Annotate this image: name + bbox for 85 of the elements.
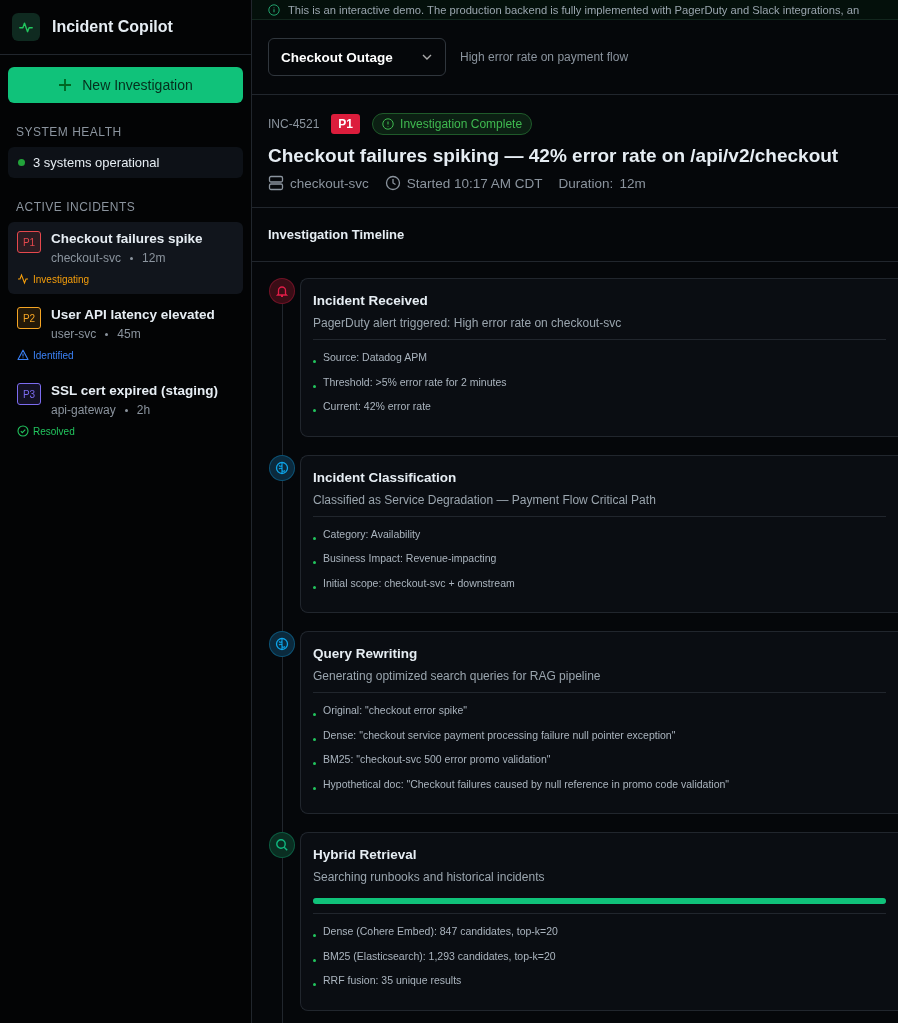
detail-text: BM25 (Elasticsearch): 1,293 candidates, top-k=20 xyxy=(323,948,556,964)
info-icon xyxy=(268,3,280,16)
incident-age: 12m xyxy=(142,251,166,265)
warning-icon xyxy=(17,349,29,361)
new-investigation-button[interactable]: New Investigation xyxy=(8,67,243,103)
incident-id: INC-4521 xyxy=(268,117,320,131)
detail-text: Category: Availability xyxy=(323,526,421,542)
detail-text: Source: Datadog APM xyxy=(323,350,427,365)
incident-status: Identified xyxy=(33,349,74,361)
incident-item[interactable]: P3 SSL cert expired (staging) api-gateway 2h Resolved xyxy=(8,374,243,446)
incident-age: 45m xyxy=(117,327,141,341)
search-icon xyxy=(269,832,295,858)
bullet-dot xyxy=(313,786,316,790)
bullet-dot xyxy=(313,561,316,564)
plus-icon xyxy=(58,78,73,92)
service-name: checkout-svc xyxy=(290,175,369,191)
server-icon xyxy=(268,175,284,191)
incident-item[interactable]: P1 Checkout failures spike checkout-svc 12m Investigating xyxy=(8,222,243,294)
check-circle-icon xyxy=(17,425,29,437)
service-name: user-svc xyxy=(51,327,97,341)
step-description: PagerDuty alert triggered: High error rate on checkout-svc xyxy=(313,316,623,330)
bullet-dot xyxy=(313,983,316,986)
incident-title: Checkout failures spiking — 42% error rate on /api/v2/checkout xyxy=(268,145,840,167)
health-status: 3 systems operational xyxy=(33,155,160,170)
bullet-dot xyxy=(313,585,316,589)
bell-icon xyxy=(269,278,295,304)
section-heading: SYSTEM HEALTH xyxy=(16,125,123,139)
section-heading: ACTIVE INCIDENTS xyxy=(16,200,137,214)
banner-text: This is an interactive demo. The production backend is fully implemented with PagerDuty and Slack integrations, an xyxy=(288,3,860,16)
status-pill: Investigation Complete xyxy=(372,113,533,135)
step-title: Hybrid Retrieval xyxy=(313,847,418,862)
step-title: Incident Received xyxy=(313,293,429,308)
bullet-dot xyxy=(313,536,316,540)
incident-item[interactable]: P2 User API latency elevated user-svc 45m Identified xyxy=(8,298,243,370)
separator-dot xyxy=(105,332,109,336)
step-title: Incident Classification xyxy=(313,469,458,485)
incident-title: User API latency elevated xyxy=(51,307,215,322)
section-heading: Investigation Timeline xyxy=(268,227,405,242)
incident-status: Resolved xyxy=(33,425,75,437)
priority-badge: P1 xyxy=(17,231,41,253)
step-description: Classified as Service Degradation — Payment Flow Critical Path xyxy=(313,492,657,507)
service-name: checkout-svc xyxy=(51,251,122,265)
start-time: Started 10:17 AM CDT xyxy=(406,175,543,191)
duration-value: 12m xyxy=(619,175,646,191)
scenario-dropdown[interactable]: Checkout Outage xyxy=(268,38,446,76)
detail-text: Threshold: >5% error rate for 2 minutes xyxy=(323,374,507,390)
bullet-dot xyxy=(313,762,316,765)
incident-age: 2h xyxy=(136,403,151,417)
step-title: Query Rewriting xyxy=(313,646,419,661)
detail-text: BM25: "checkout-svc 500 error promo validation" xyxy=(323,752,551,767)
detail-text: Dense: "checkout service payment processing failure null pointer exception" xyxy=(323,727,676,743)
detail-text: Hypothetical doc: "Checkout failures caused by null reference in promo code validation" xyxy=(323,776,730,792)
detail-text: Initial scope: checkout-svc + downstream xyxy=(323,575,515,591)
scenario-description: High error rate on payment flow xyxy=(460,50,629,64)
incident-title: SSL cert expired (staging) xyxy=(51,383,219,398)
chevron-down-icon xyxy=(421,53,433,61)
detail-text: Current: 42% error rate xyxy=(323,399,431,414)
detail-text: RRF fusion: 35 unique results xyxy=(323,973,462,988)
detail-text: Dense (Cohere Embed): 847 candidates, top-k=20 xyxy=(323,924,558,939)
separator-dot xyxy=(124,408,128,412)
incident-status: Investigating xyxy=(33,273,90,285)
priority-badge: P3 xyxy=(17,383,41,405)
incident-title: Checkout failures spike xyxy=(51,231,203,246)
step-description: Searching runbooks and historical incidents xyxy=(313,870,546,884)
detail-text: Business Impact: Revenue-impacting xyxy=(323,551,497,566)
bullet-dot xyxy=(313,737,316,741)
service-name: api-gateway xyxy=(51,403,116,417)
priority-badge: P1 xyxy=(331,114,361,134)
activity-icon xyxy=(17,273,29,285)
bullet-dot xyxy=(313,934,316,937)
app-title: Incident Copilot xyxy=(52,18,173,36)
detail-text: Original: "checkout error spike" xyxy=(323,703,467,718)
pulse-icon xyxy=(12,13,40,41)
bullet-dot xyxy=(313,360,316,363)
info-icon xyxy=(382,118,395,130)
separator-dot xyxy=(130,256,134,260)
step-description: Generating optimized search queries for RAG pipeline xyxy=(313,669,602,683)
clock-icon xyxy=(384,175,401,191)
bullet-dot xyxy=(313,409,316,412)
bullet-dot xyxy=(313,384,316,388)
bullet-dot xyxy=(313,713,316,716)
status-dot xyxy=(18,159,25,166)
duration-label: Duration: xyxy=(558,175,614,191)
bullet-dot xyxy=(313,958,316,962)
priority-badge: P2 xyxy=(17,307,41,329)
